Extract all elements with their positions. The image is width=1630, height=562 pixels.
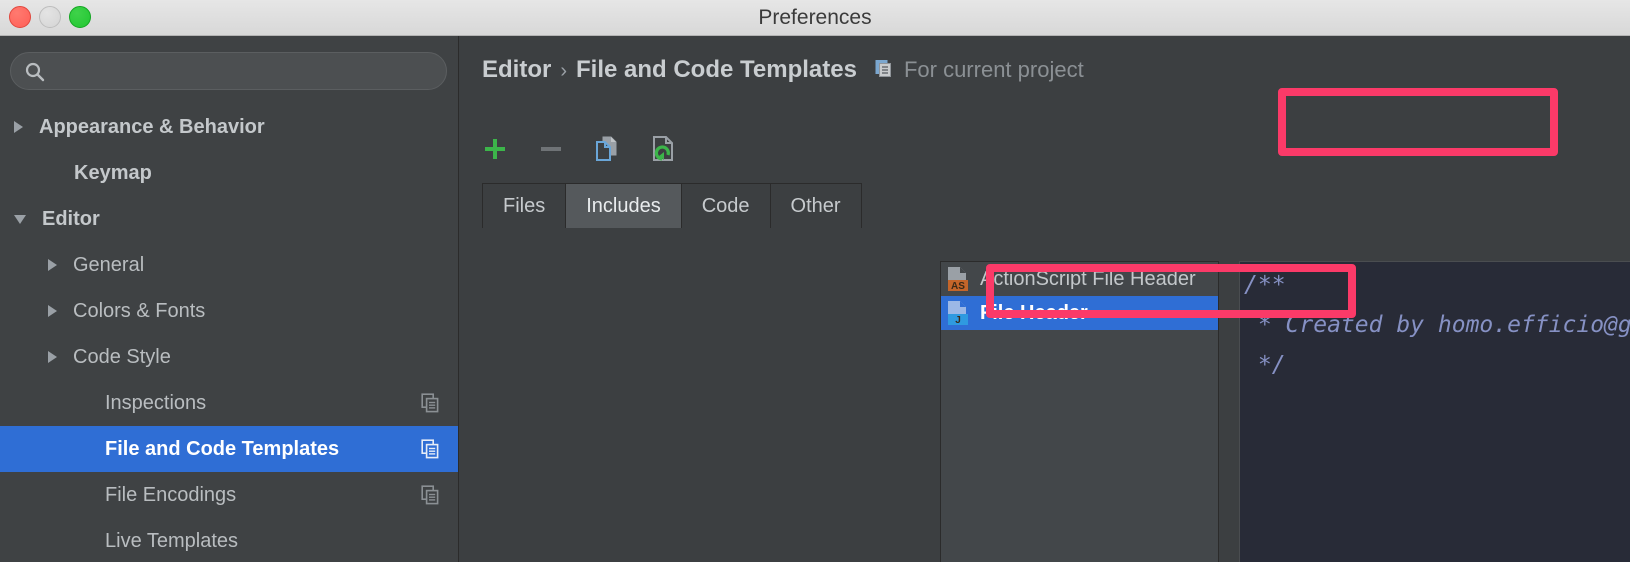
settings-sidebar: Appearance & Behavior Keymap Editor General… <box>0 36 459 562</box>
sidebar-item-label: File Encodings <box>105 483 237 506</box>
sidebar-item-label: Appearance & Behavior <box>39 115 265 138</box>
search-input[interactable] <box>53 53 437 91</box>
sidebar-item-label: General <box>73 253 145 276</box>
project-scope-icon <box>875 59 895 84</box>
twisty-expanded-icon[interactable] <box>14 214 26 224</box>
sidebar-item-editor[interactable]: Editor <box>0 196 458 242</box>
sidebar-item-code-style[interactable]: Code Style <box>0 334 458 380</box>
settings-tree: Appearance & Behavior Keymap Editor General… <box>0 104 458 562</box>
tab-files[interactable]: Files <box>483 184 567 228</box>
sidebar-item-label: Live Templates <box>105 529 239 552</box>
java-file-icon: J <box>946 300 970 326</box>
actionscript-file-icon: AS <box>946 266 970 292</box>
sidebar-item-label: Code Style <box>73 345 171 368</box>
sidebar-item-inspections[interactable]: Inspections <box>0 380 458 426</box>
page-title: File and Code Templates <box>576 56 857 83</box>
project-scope-icon <box>421 439 441 459</box>
twisty-collapsed-icon[interactable] <box>48 259 57 271</box>
settings-main-panel: Editor › File and Code Templates For cur… <box>460 36 1630 562</box>
breadcrumb-root[interactable]: Editor <box>482 56 551 84</box>
twisty-collapsed-icon[interactable] <box>48 351 57 363</box>
template-name: ActionScript File Header <box>980 267 1196 290</box>
sidebar-item-file-and-code-templates[interactable]: File and Code Templates <box>0 426 458 472</box>
scope-label: For current project <box>903 57 1084 82</box>
author-email: homo.efficio@gmail.com <box>1437 312 1630 338</box>
list-item[interactable]: J File Header <box>941 296 1218 330</box>
window-titlebar: Preferences <box>0 0 1630 36</box>
template-name: File Header <box>980 301 1088 324</box>
copy-template-button[interactable] <box>592 134 622 164</box>
tab-includes[interactable]: Includes <box>566 184 682 228</box>
preferences-window: Preferences Appearance & Behavior Keymap E… <box>0 0 1630 562</box>
sidebar-item-file-encodings[interactable]: File Encodings <box>0 472 458 518</box>
sidebar-item-label: File and Code Templates <box>105 437 340 460</box>
tab-code[interactable]: Code <box>681 184 771 228</box>
sidebar-item-label: Editor <box>42 207 100 230</box>
window-title: Preferences <box>758 6 872 29</box>
code-text: * Created by <box>1244 312 1438 338</box>
twisty-collapsed-icon[interactable] <box>48 305 57 317</box>
template-category-tabs: Files Includes Code Other <box>482 183 862 228</box>
remove-template-button[interactable] <box>536 134 566 164</box>
code-line: */ <box>1244 352 1286 378</box>
sidebar-item-label: Keymap <box>74 161 152 184</box>
code-line: /** <box>1244 272 1286 298</box>
search-field[interactable] <box>10 52 447 91</box>
add-template-button[interactable] <box>480 134 510 164</box>
breadcrumb: Editor › File and Code Templates For cur… <box>482 56 1084 84</box>
template-code-editor[interactable]: /** * Created by homo.efficio@gmail.com … <box>1239 261 1630 562</box>
project-scope-icon <box>421 393 441 413</box>
code-text: */ <box>1244 352 1286 378</box>
sidebar-item-live-templates[interactable]: Live Templates <box>0 518 458 562</box>
project-scope-icon <box>421 485 441 505</box>
list-item[interactable]: AS ActionScript File Header <box>941 262 1218 296</box>
search-icon <box>25 62 45 82</box>
sidebar-item-keymap[interactable]: Keymap <box>0 150 458 196</box>
code-text: /** <box>1244 272 1286 298</box>
template-list[interactable]: AS ActionScript File Header J File Header <box>940 261 1219 562</box>
reset-template-button[interactable] <box>648 134 678 164</box>
twisty-collapsed-icon[interactable] <box>14 121 23 133</box>
tab-other[interactable]: Other <box>770 184 861 228</box>
breadcrumb-separator: › <box>560 60 567 82</box>
code-line: * Created by homo.efficio@gmail.com on $… <box>1244 312 1630 338</box>
sidebar-item-label: Inspections <box>105 391 207 414</box>
svg-text:AS: AS <box>951 281 965 292</box>
svg-text:J: J <box>955 315 961 326</box>
template-toolbar <box>480 134 678 164</box>
sidebar-item-colors-fonts[interactable]: Colors & Fonts <box>0 288 458 334</box>
sidebar-item-label: Colors & Fonts <box>73 299 206 322</box>
sidebar-item-appearance-behavior[interactable]: Appearance & Behavior <box>0 104 458 150</box>
sidebar-item-general[interactable]: General <box>0 242 458 288</box>
